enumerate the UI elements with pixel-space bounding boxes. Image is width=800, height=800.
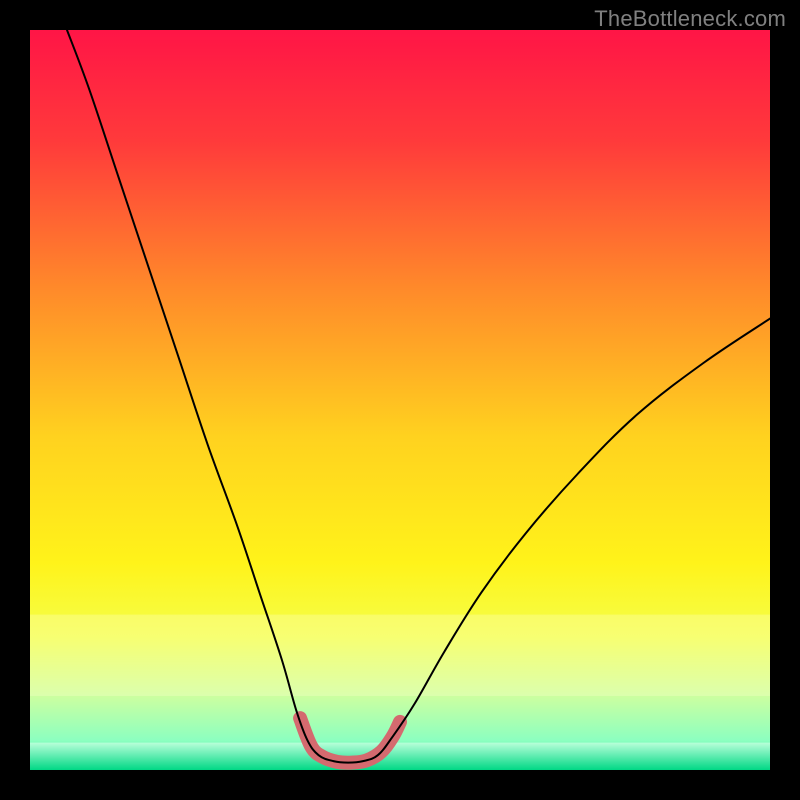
chart-canvas bbox=[30, 30, 770, 770]
chart-frame: TheBottleneck.com bbox=[0, 0, 800, 800]
watermark-text: TheBottleneck.com bbox=[594, 6, 786, 32]
pale-band bbox=[30, 615, 770, 696]
plot-area bbox=[30, 30, 770, 770]
bottom-green-band bbox=[30, 743, 770, 770]
